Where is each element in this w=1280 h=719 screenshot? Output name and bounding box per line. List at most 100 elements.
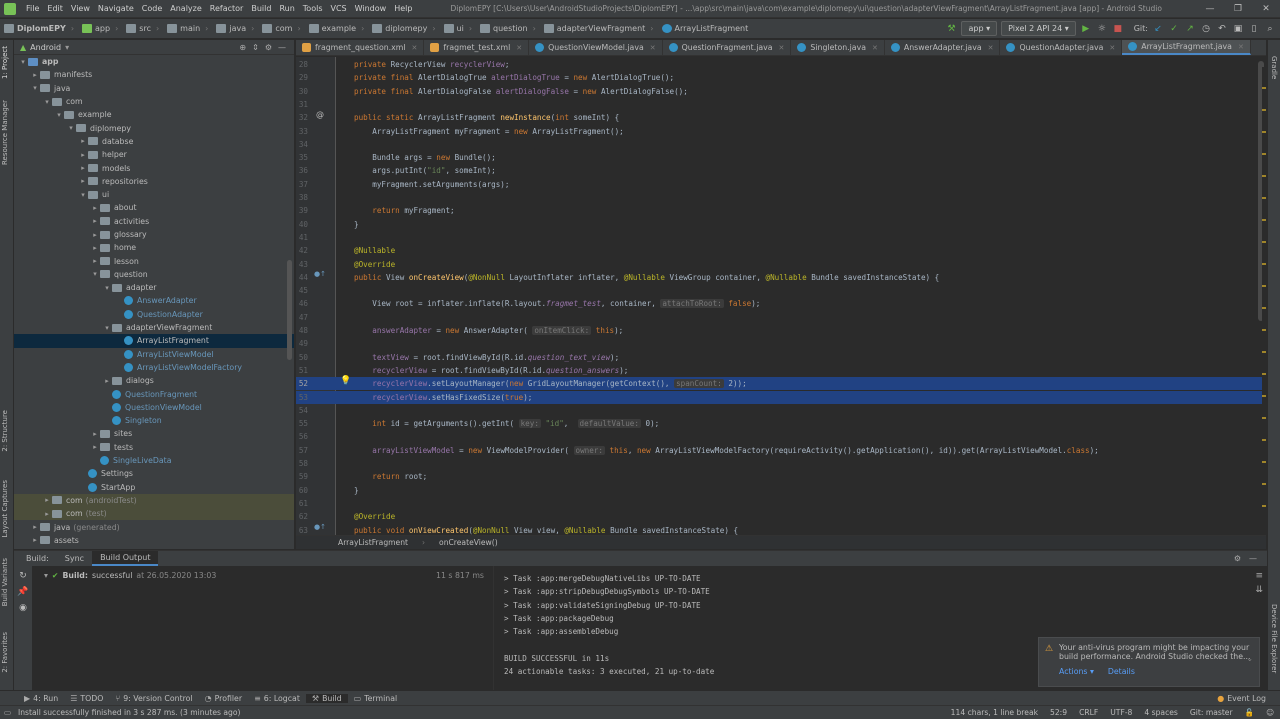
code-line[interactable]: 58 bbox=[296, 457, 1266, 470]
toolwindow-button[interactable]: ◔ Profiler bbox=[199, 694, 248, 703]
menu-edit[interactable]: Edit bbox=[43, 4, 67, 13]
tree-item[interactable]: ▾ adapterViewFragment bbox=[14, 321, 294, 334]
build-result-row[interactable]: ▾ ✔ Build: successful at 26.05.2020 13:0… bbox=[44, 571, 484, 580]
expand-arrow-icon[interactable]: ▾ bbox=[90, 270, 100, 278]
tree-item[interactable]: AnswerAdapter bbox=[14, 294, 294, 307]
override-marker-icon[interactable]: ●↑ bbox=[314, 523, 326, 531]
menu-vcs[interactable]: VCS bbox=[327, 4, 351, 13]
nav-crumb[interactable]: com › bbox=[258, 24, 304, 33]
tree-item[interactable]: ▸ sites bbox=[14, 427, 294, 440]
nav-crumb[interactable]: adapterViewFragment › bbox=[540, 24, 658, 33]
toolwindow-button[interactable]: ⚒ Build bbox=[305, 693, 348, 703]
nav-crumb[interactable]: main › bbox=[163, 24, 212, 33]
breadcrumb-method[interactable]: onCreateView() bbox=[439, 538, 498, 547]
toolwindow-button[interactable]: ☰ TODO bbox=[64, 694, 109, 703]
menu-tools[interactable]: Tools bbox=[299, 4, 327, 13]
project-scrollbar[interactable] bbox=[287, 260, 292, 360]
nav-crumb[interactable]: ArrayListFragment bbox=[658, 24, 753, 33]
tree-item[interactable]: ▾ com bbox=[14, 95, 294, 108]
run-icon[interactable]: ▶ bbox=[1080, 23, 1092, 35]
tree-item[interactable]: ArrayListViewModel bbox=[14, 348, 294, 361]
line-number[interactable]: 60 bbox=[296, 484, 308, 497]
locate-icon[interactable]: ⊕ bbox=[239, 43, 246, 52]
line-number[interactable]: 57 bbox=[296, 444, 308, 457]
expand-arrow-icon[interactable]: ▾ bbox=[30, 84, 40, 92]
tree-item[interactable]: ▸ manifests bbox=[14, 68, 294, 81]
nav-crumb[interactable]: ui › bbox=[440, 24, 477, 33]
history-icon[interactable]: ◷ bbox=[1200, 23, 1212, 35]
device-select[interactable]: Pixel 2 API 24 ▾ bbox=[1001, 21, 1076, 36]
line-number[interactable]: 50 bbox=[296, 351, 308, 364]
git-commit-icon[interactable]: ✓ bbox=[1168, 23, 1180, 35]
expand-arrow-icon[interactable]: ▸ bbox=[90, 231, 100, 239]
code-line[interactable]: 37 myFragment.setArguments(args); bbox=[296, 178, 1266, 191]
expand-arrow-icon[interactable]: ▸ bbox=[30, 536, 40, 544]
nav-crumb[interactable]: src › bbox=[122, 24, 163, 33]
override-marker-icon[interactable]: @ bbox=[316, 110, 324, 119]
override-marker-icon[interactable]: ●↑ bbox=[314, 270, 326, 278]
project-toolwindow-button[interactable]: 1: Project bbox=[1, 46, 9, 79]
line-number[interactable]: 38 bbox=[296, 191, 308, 204]
line-number[interactable]: 30 bbox=[296, 85, 308, 98]
tab-build-output[interactable]: Build Output bbox=[92, 551, 159, 566]
tree-item[interactable]: QuestionViewModel bbox=[14, 401, 294, 414]
editor-tab[interactable]: QuestionFragment.java ✕ bbox=[663, 40, 792, 55]
tree-item[interactable]: ▸ lesson bbox=[14, 254, 294, 267]
line-number[interactable]: 44 bbox=[296, 271, 308, 284]
avd-manager-icon[interactable]: ▯ bbox=[1248, 23, 1260, 35]
eye-icon[interactable]: ◉ bbox=[17, 602, 29, 614]
expand-arrow-icon[interactable]: ▸ bbox=[78, 177, 88, 185]
line-number[interactable]: 45 bbox=[296, 284, 308, 297]
line-number[interactable]: 33 bbox=[296, 125, 308, 138]
line-number[interactable]: 42 bbox=[296, 244, 308, 257]
tree-item[interactable]: ▾ app bbox=[14, 55, 294, 68]
toolwindow-button[interactable]: ≡ 6: Logcat bbox=[248, 694, 306, 703]
code-line[interactable]: 47 bbox=[296, 311, 1266, 324]
menu-navigate[interactable]: Navigate bbox=[94, 4, 138, 13]
device-file-explorer-button[interactable]: Device File Explorer bbox=[1270, 604, 1278, 673]
line-number[interactable]: 59 bbox=[296, 470, 308, 483]
tree-item[interactable]: ▾ ui bbox=[14, 188, 294, 201]
code-line[interactable]: 41 bbox=[296, 231, 1266, 244]
nav-crumb[interactable]: DiplomEPY › bbox=[0, 24, 78, 33]
collapse-icon[interactable]: ⇕ bbox=[252, 43, 259, 52]
notification-actions-link[interactable]: Actions ▾ bbox=[1059, 667, 1094, 676]
line-number[interactable]: 48 bbox=[296, 324, 308, 337]
tree-item[interactable]: ▸ tests bbox=[14, 441, 294, 454]
structure-button[interactable]: 2: Structure bbox=[1, 410, 9, 452]
pin-icon[interactable]: 📌 bbox=[17, 586, 29, 598]
tree-item[interactable]: ▸ about bbox=[14, 201, 294, 214]
editor-tab[interactable]: ArrayListFragment.java ✕ bbox=[1122, 40, 1251, 55]
run-config-select[interactable]: app ▾ bbox=[961, 21, 998, 36]
code-line[interactable]: 48 answerAdapter = new AnswerAdapter( on… bbox=[296, 324, 1266, 337]
tree-item[interactable]: Singleton bbox=[14, 414, 294, 427]
expand-icon[interactable]: ▾ bbox=[44, 571, 48, 580]
line-number[interactable]: 34 bbox=[296, 138, 308, 151]
code-line[interactable]: 44 public View onCreateView(@NonNull Layo… bbox=[296, 271, 1266, 284]
line-number[interactable]: 52 bbox=[296, 377, 308, 390]
code-line[interactable]: 45 bbox=[296, 284, 1266, 297]
menu-analyze[interactable]: Analyze bbox=[166, 4, 206, 13]
tree-item[interactable]: ▸ helper bbox=[14, 148, 294, 161]
close-icon[interactable]: ✕ bbox=[1252, 4, 1280, 14]
notification-details-link[interactable]: Details bbox=[1108, 667, 1135, 676]
tree-item[interactable]: Settings bbox=[14, 467, 294, 480]
code-line[interactable]: 53 recyclerView.setHasFixedSize(true); bbox=[296, 390, 1266, 404]
menu-file[interactable]: File bbox=[22, 4, 43, 13]
event-log-button[interactable]: ● Event Log bbox=[1211, 694, 1272, 703]
project-view-chevron-icon[interactable]: ▾ bbox=[65, 43, 69, 52]
stop-icon[interactable]: ■ bbox=[1112, 23, 1124, 35]
line-separator[interactable]: CRLF bbox=[1073, 708, 1104, 717]
line-number[interactable]: 40 bbox=[296, 218, 308, 231]
close-tab-icon[interactable]: ✕ bbox=[988, 44, 994, 52]
menu-code[interactable]: Code bbox=[138, 4, 166, 13]
tree-item[interactable]: ▾ diplomepy bbox=[14, 121, 294, 134]
line-number[interactable]: 54 bbox=[296, 404, 308, 417]
code-line[interactable]: 61 bbox=[296, 497, 1266, 510]
resource-manager-button[interactable]: Resource Manager bbox=[1, 100, 9, 165]
git-branch[interactable]: Git: master bbox=[1184, 708, 1239, 717]
tree-item[interactable]: ▸ models bbox=[14, 161, 294, 174]
nav-crumb[interactable]: java › bbox=[212, 24, 258, 33]
code-line[interactable]: 52 recyclerView.setLayoutManager(new Gri… bbox=[296, 377, 1266, 391]
line-number[interactable]: 43 bbox=[296, 258, 308, 271]
